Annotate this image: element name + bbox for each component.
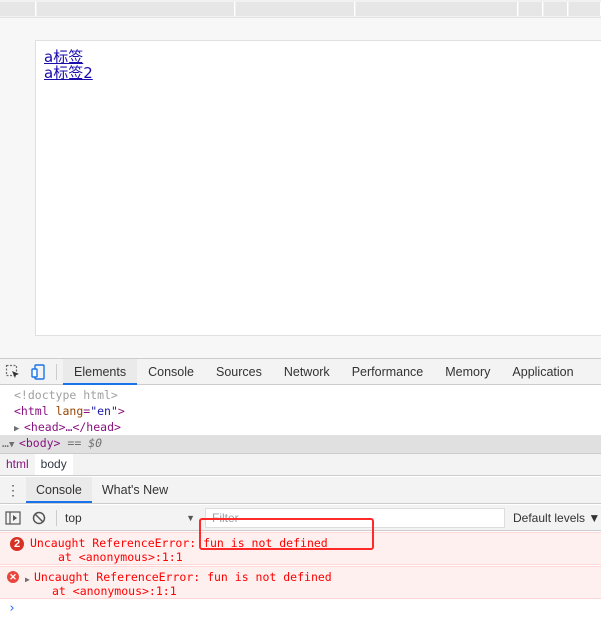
tab-console[interactable]: Console — [137, 359, 205, 385]
dropdown-arrow-icon: ▼ — [186, 512, 195, 523]
clear-console-icon[interactable] — [26, 505, 52, 531]
error-text: Uncaught ReferenceError: fun is not defi… — [34, 570, 332, 584]
link-list: a标签 a标签2 — [44, 49, 93, 81]
console-error-message[interactable]: ✕ ▶ Uncaught ReferenceError: fun is not … — [0, 566, 601, 599]
context-selector[interactable]: top ▼ — [61, 508, 201, 528]
anchor-link-1[interactable]: a标签 — [44, 49, 93, 65]
selected-node-marker: == $0 — [67, 436, 103, 450]
tab-performance[interactable]: Performance — [341, 359, 435, 385]
error-stack: at <anonymous>:1:1 — [58, 550, 183, 564]
tab-application[interactable]: Application — [501, 359, 584, 385]
html-open-tag: <html — [14, 404, 49, 418]
drawer-tab-whats-new[interactable]: What's New — [92, 477, 178, 503]
ruler-segment — [356, 2, 518, 16]
ruler-segment — [519, 2, 543, 16]
breadcrumb-body[interactable]: body — [34, 454, 73, 475]
collapse-triangle-icon[interactable]: ▼ — [9, 437, 19, 453]
body-node-selected[interactable]: …▼ <body> == $0 — [0, 435, 601, 453]
breadcrumb-html[interactable]: html — [0, 454, 35, 475]
more-tools-icon[interactable]: ⋮ — [0, 483, 26, 497]
error-stack: at <anonymous>:1:1 — [52, 584, 177, 598]
doctype-node[interactable]: <!doctype html> — [14, 387, 118, 403]
device-toolbar-icon[interactable] — [26, 359, 52, 385]
tab-elements[interactable]: Elements — [63, 358, 138, 385]
html-node[interactable]: <html lang="en"> — [14, 403, 125, 419]
tab-memory[interactable]: Memory — [434, 359, 501, 385]
elements-tree: <!doctype html> <html lang="en"> ▶ <head>… — [0, 385, 601, 453]
top-ruler — [0, 0, 601, 18]
drawer-tab-console[interactable]: Console — [26, 477, 92, 503]
error-icon: ✕ — [7, 571, 19, 583]
anchor-link-2[interactable]: a标签2 — [44, 65, 93, 81]
html-attr-value: "en" — [90, 404, 118, 418]
context-value: top — [65, 510, 82, 525]
devtools-tabbar: Elements Console Sources Network Perform… — [0, 358, 601, 385]
html-close-bracket: > — [117, 404, 125, 418]
head-tag: <head>…</head> — [24, 420, 121, 434]
ruler-segment — [0, 2, 36, 16]
body-tag: <body> — [18, 436, 61, 450]
tab-network[interactable]: Network — [273, 359, 341, 385]
highlight-annotation-box — [199, 518, 374, 550]
toolbar-divider — [56, 509, 57, 526]
ruler-segment — [544, 2, 568, 16]
rendered-page: a标签 a标签2 — [35, 40, 601, 336]
drawer-tabbar: ⋮ Console What's New — [0, 477, 601, 504]
html-attr-name: lang — [55, 404, 84, 418]
sidebar-toggle-icon[interactable] — [0, 505, 26, 531]
ruler-segment — [569, 2, 601, 16]
page-viewport: a标签 a标签2 — [0, 18, 601, 358]
tab-sources[interactable]: Sources — [205, 359, 273, 385]
log-levels-dropdown[interactable]: Default levels ▼ — [513, 511, 600, 525]
inspect-element-icon[interactable] — [0, 359, 26, 385]
doctype-text: <!doctype html> — [14, 388, 118, 402]
ruler-segment — [37, 2, 235, 16]
ruler-segment — [236, 2, 355, 16]
ellipsis-icon[interactable]: … — [2, 436, 9, 450]
repeat-count-badge: 2 — [10, 537, 24, 551]
console-prompt-icon[interactable]: › — [8, 601, 16, 616]
breadcrumb: html body — [0, 453, 601, 476]
toolbar-divider — [56, 363, 57, 380]
expand-triangle-icon[interactable]: ▶ — [25, 573, 30, 587]
